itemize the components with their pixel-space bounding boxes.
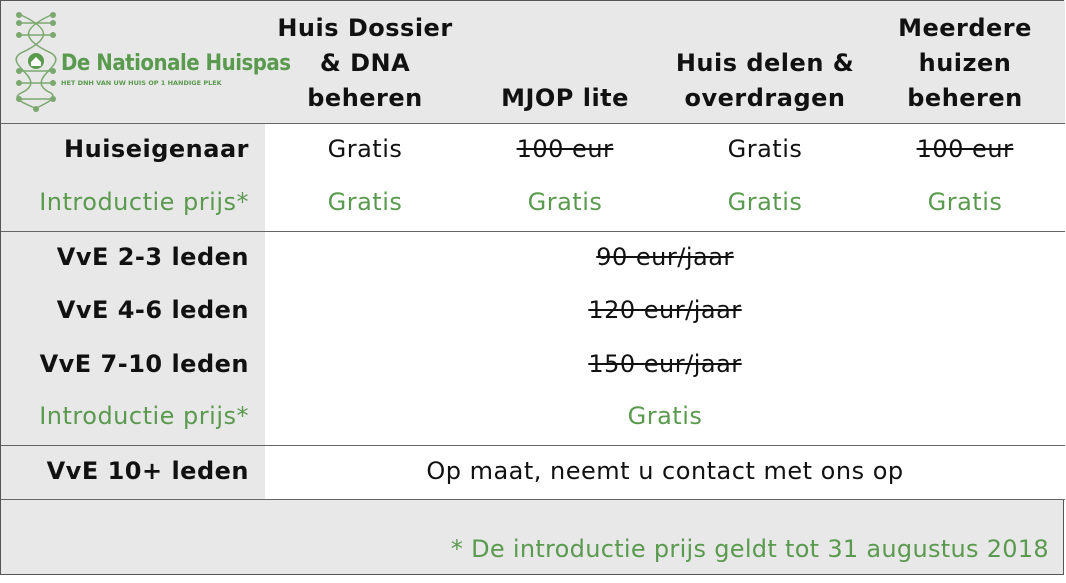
footnote: * De introductie prijs geldt tot 31 augu… xyxy=(450,535,1049,563)
vve-large-section: VvE 10+ leden Op maat, neemt u contact m… xyxy=(1,445,1065,499)
table-header: De Nationale Huispas HET DNH VAN UW HUIS… xyxy=(1,1,1065,123)
vve-large-value: Op maat, neemt u contact met ons op xyxy=(426,457,904,485)
owner-section: Huiseigenaar Introductie prijs* Gratis 1… xyxy=(1,123,1065,231)
logo: De Nationale Huispas HET DNH VAN UW HUIS… xyxy=(11,9,291,113)
column-header-huis-dossier: Huis Dossier & DNA beheren xyxy=(277,14,453,112)
vve-price-struck: 150 eur/jaar xyxy=(588,350,742,378)
vve-section: VvE 2-3 leden VvE 4-6 leden VvE 7-10 led… xyxy=(1,231,1065,445)
row-label-huiseigenaar: Huiseigenaar xyxy=(64,135,249,163)
intro-price-cell: Gratis xyxy=(727,188,803,216)
column-header-meerdere-huizen: Meerdere huizen beheren xyxy=(898,14,1032,112)
price-cell: Gratis xyxy=(727,135,803,163)
column-header-huis-delen: Huis delen & overdragen xyxy=(675,49,855,112)
vve-price-struck: 120 eur/jaar xyxy=(588,296,742,324)
price-cell-struck: 100 eur xyxy=(916,135,1014,163)
dna-helix-house-icon xyxy=(15,12,57,112)
intro-price-cell: Gratis xyxy=(327,188,403,216)
intro-price-cell: Gratis xyxy=(527,188,603,216)
logo-title: De Nationale Huispas xyxy=(61,51,291,76)
intro-price-cell: Gratis xyxy=(927,188,1003,216)
pricing-table: De Nationale Huispas HET DNH VAN UW HUIS… xyxy=(0,0,1065,575)
row-label-vve-4-6: VvE 4-6 leden xyxy=(56,296,249,324)
row-label-introductie-prijs: Introductie prijs* xyxy=(39,402,249,430)
vve-price-struck: 90 eur/jaar xyxy=(596,243,734,271)
price-cell-struck: 100 eur xyxy=(516,135,614,163)
row-label-introductie-prijs: Introductie prijs* xyxy=(39,188,249,216)
row-label-vve-2-3: VvE 2-3 leden xyxy=(56,243,249,271)
price-cell: Gratis xyxy=(327,135,403,163)
column-header-mjop-lite: MJOP lite xyxy=(501,84,629,112)
row-label-vve-7-10: VvE 7-10 leden xyxy=(39,350,249,378)
logo-tagline: HET DNH VAN UW HUIS OP 1 HANDIGE PLEK xyxy=(61,79,222,87)
vve-intro-price: Gratis xyxy=(627,402,703,430)
row-label-vve-10-plus: VvE 10+ leden xyxy=(46,457,249,485)
